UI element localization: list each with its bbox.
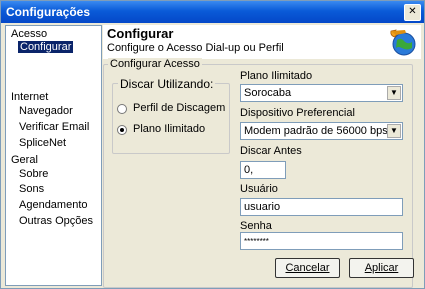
dispositivo-select[interactable]: Modem padrão de 56000 bps ▼: [240, 122, 403, 140]
sidebar-section-internet[interactable]: Internet: [11, 91, 48, 103]
dispositivo-select-value: Modem padrão de 56000 bps: [244, 125, 388, 137]
sidebar-item-verificar-email[interactable]: Verificar Email: [19, 121, 89, 133]
close-button[interactable]: ✕: [404, 4, 421, 21]
cancel-button[interactable]: Cancelar: [275, 258, 340, 278]
chevron-down-icon[interactable]: ▼: [387, 86, 401, 100]
discar-utilizando-group: [112, 83, 230, 154]
usuario-input[interactable]: usuario: [240, 198, 403, 216]
sidebar-item-navegador[interactable]: Navegador: [19, 105, 73, 117]
plano-select-value: Sorocaba: [244, 87, 292, 99]
plano-select[interactable]: Sorocaba ▼: [240, 84, 403, 102]
senha-label: Senha: [240, 220, 272, 232]
sidebar-item-sons[interactable]: Sons: [19, 183, 44, 195]
radio-perfil-de-discagem[interactable]: [117, 104, 127, 114]
radio-plano-ilimitado-label[interactable]: Plano Ilimitado: [133, 123, 205, 135]
apply-button-label: Aplicar: [364, 262, 399, 274]
title-bar[interactable]: Configurações ✕: [1, 1, 424, 23]
chevron-down-icon[interactable]: ▼: [387, 124, 401, 138]
radio-plano-ilimitado[interactable]: [117, 125, 127, 135]
cancel-button-label: Cancelar: [285, 262, 330, 274]
sidebar-section-geral[interactable]: Geral: [11, 154, 38, 166]
discar-utilizando-legend: Discar Utilizando:: [118, 77, 216, 91]
sidebar-item-sobre[interactable]: Sobre: [19, 168, 48, 180]
panel-header: Configurar Configure o Acesso Dial-up ou…: [103, 25, 421, 59]
page-subtitle: Configure o Acesso Dial-up ou Perfil: [107, 42, 284, 54]
discar-antes-input[interactable]: 0,: [240, 161, 286, 179]
page-title: Configurar: [107, 26, 174, 41]
sidebar: Acesso Configurar Internet Navegador Ver…: [5, 25, 102, 286]
sidebar-item-outras-opcoes[interactable]: Outras Opções: [19, 215, 93, 227]
apply-button[interactable]: Aplicar: [349, 258, 414, 278]
window-title: Configurações: [6, 5, 91, 19]
sidebar-item-agendamento[interactable]: Agendamento: [19, 199, 88, 211]
globe-phone-icon: [390, 29, 416, 56]
usuario-label: Usuário: [240, 183, 278, 195]
sidebar-item-splicenet[interactable]: SpliceNet: [19, 137, 66, 149]
plano-ilimitado-label: Plano Ilimitado: [240, 70, 313, 82]
radio-perfil-de-discagem-label[interactable]: Perfil de Discagem: [133, 102, 225, 114]
dispositivo-label: Dispositivo Preferencial: [240, 107, 355, 119]
sidebar-section-acesso[interactable]: Acesso: [11, 28, 47, 40]
discar-antes-label: Discar Antes: [240, 145, 302, 157]
sidebar-item-configurar[interactable]: Configurar: [18, 41, 74, 53]
main-panel: Configurar Configure o Acesso Dial-up ou…: [103, 25, 421, 288]
senha-input[interactable]: ********: [240, 232, 403, 250]
configurar-acesso-legend: Configurar Acesso: [108, 58, 202, 70]
settings-window: Configurações ✕ Acesso Configurar Intern…: [0, 0, 425, 289]
